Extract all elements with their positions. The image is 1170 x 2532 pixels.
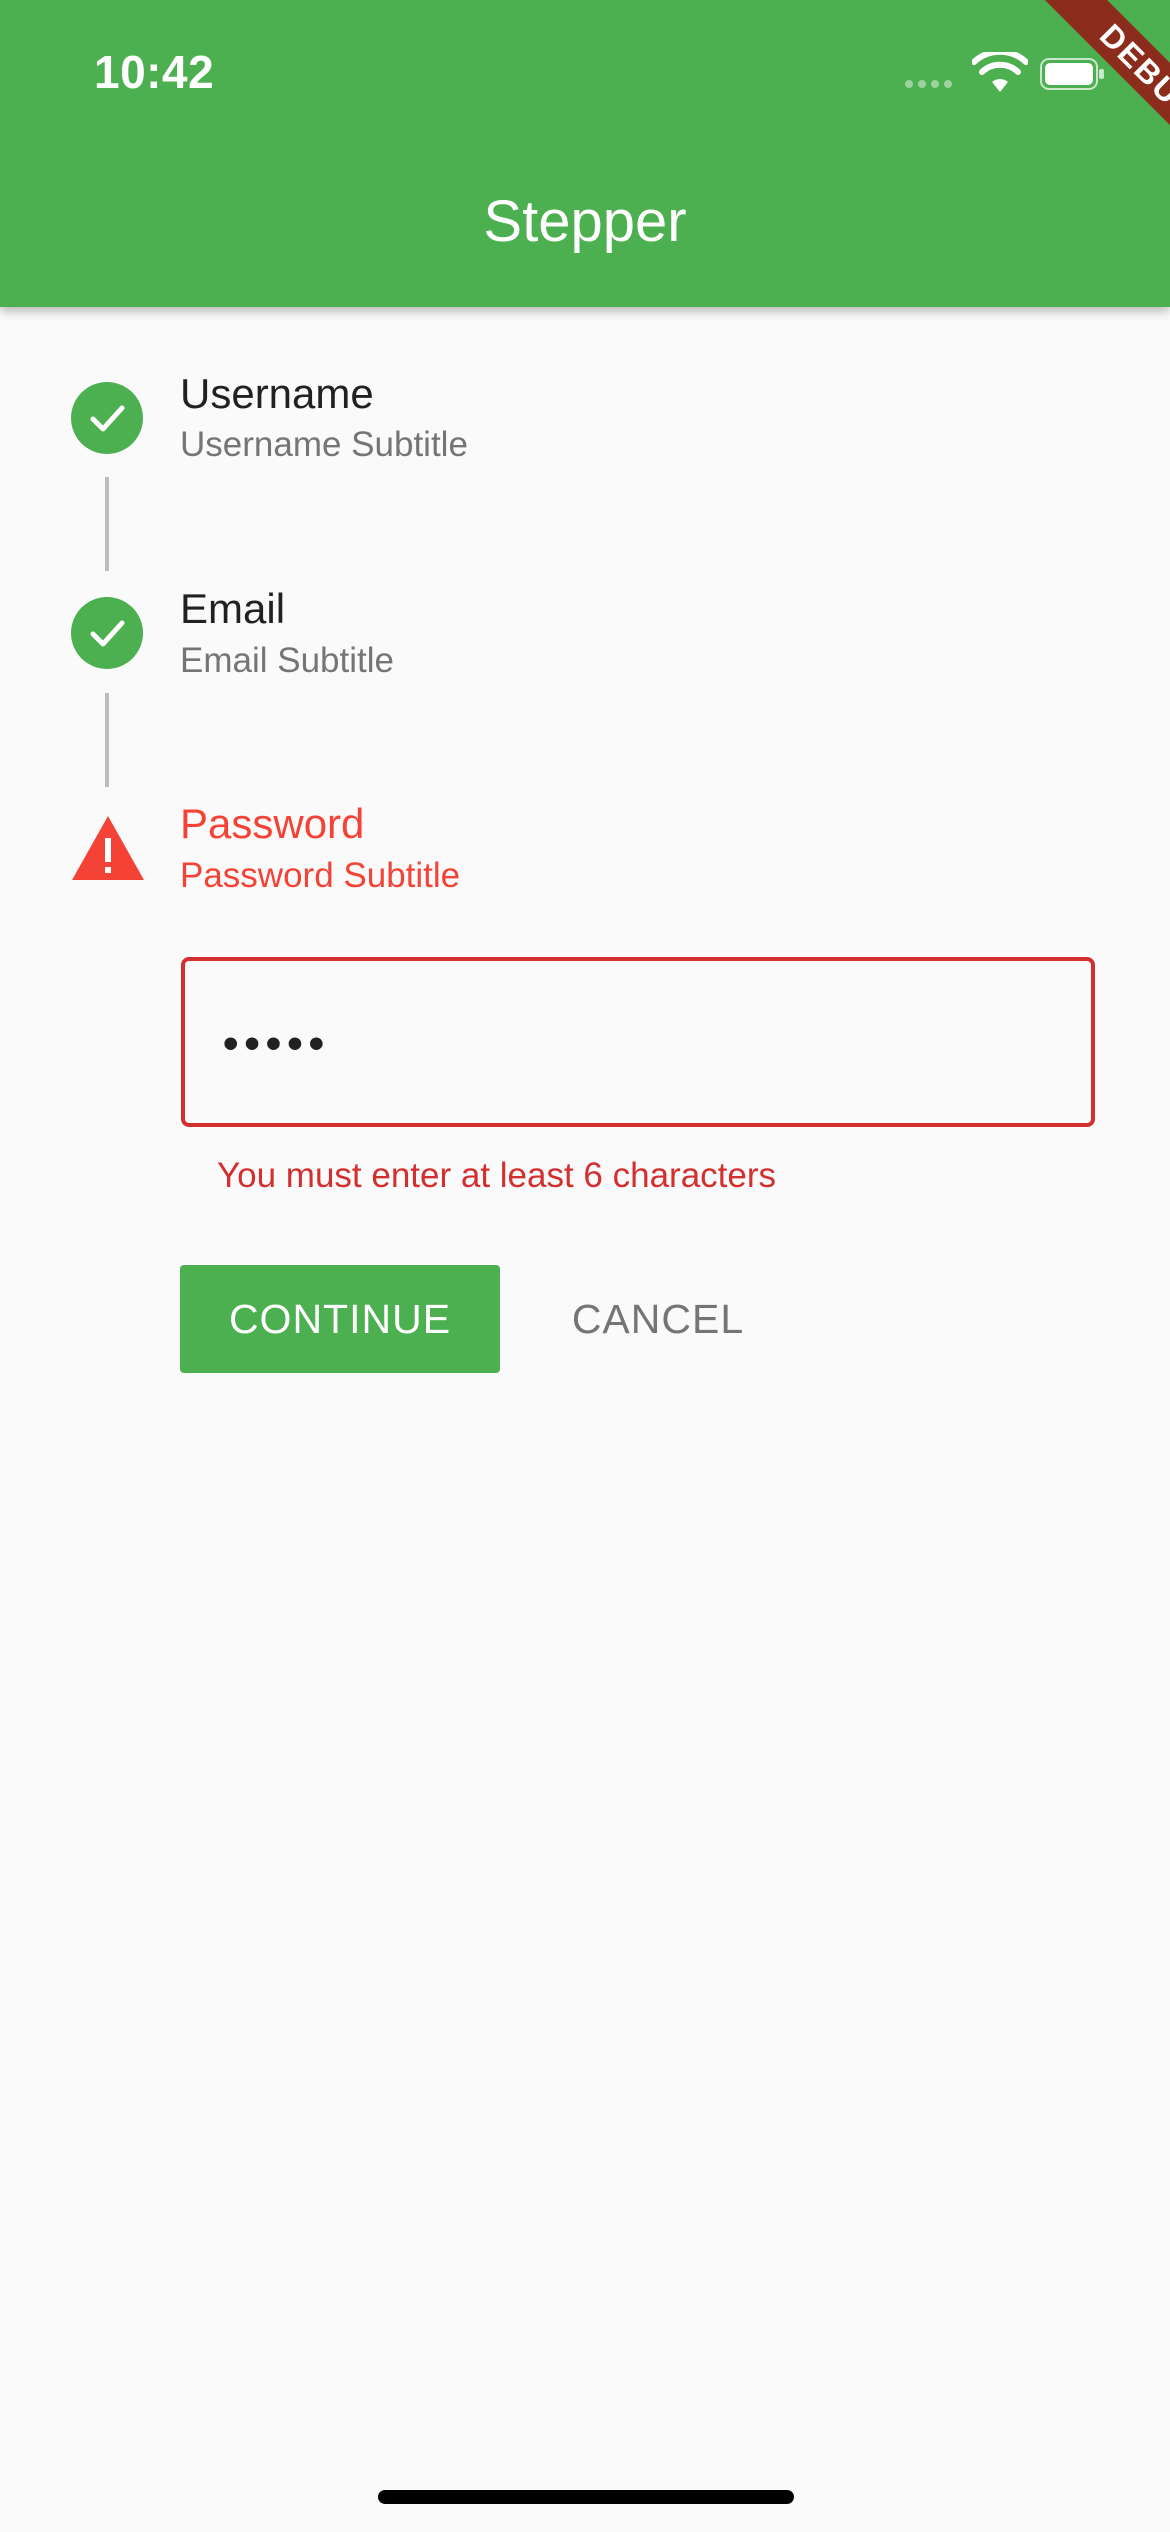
status-time: 10:42	[94, 46, 215, 98]
step-connector	[105, 693, 109, 787]
password-value: •••••	[223, 1019, 331, 1068]
warning-icon	[72, 816, 144, 880]
password-error-text: You must enter at least 6 characters	[217, 1156, 777, 1195]
step-title: Username	[180, 370, 374, 417]
home-indicator[interactable]	[378, 2490, 794, 2504]
continue-button[interactable]: CONTINUE	[180, 1265, 500, 1373]
signal-dots-icon	[905, 80, 952, 88]
step-connector	[105, 477, 109, 571]
check-icon	[71, 597, 143, 669]
debug-banner-label: DEBUG	[1021, 0, 1170, 200]
step-subtitle: Password Subtitle	[180, 856, 461, 895]
check-icon	[71, 382, 143, 454]
password-field[interactable]: •••••	[181, 957, 1095, 1127]
step-title: Email	[180, 585, 286, 632]
step-title: Password	[180, 800, 365, 847]
step-subtitle: Email Subtitle	[180, 641, 394, 680]
cancel-button[interactable]: CANCEL	[540, 1265, 776, 1373]
step-subtitle: Username Subtitle	[180, 425, 468, 464]
debug-banner: DEBUG	[970, 0, 1170, 200]
